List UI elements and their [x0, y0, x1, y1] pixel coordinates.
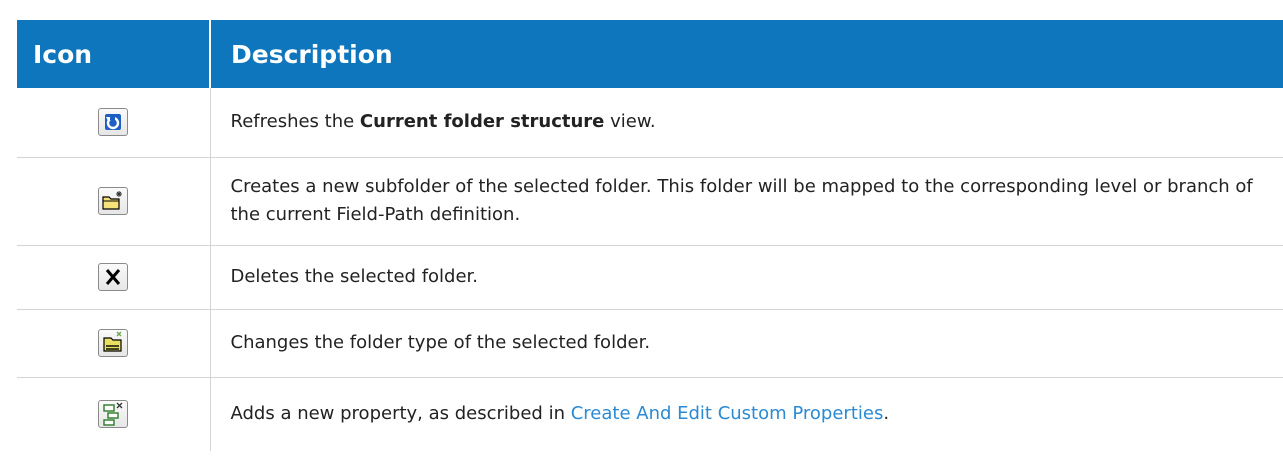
- delete-icon: [98, 263, 129, 291]
- icon-description-table: Icon Description Refreshes the Current f…: [17, 20, 1283, 451]
- table-row: Creates a new subfolder of the selected …: [17, 157, 1283, 246]
- page: Icon Description Refreshes the Current f…: [0, 0, 1283, 460]
- row-description: Changes the folder type of the selected …: [210, 309, 1283, 378]
- table-row: Changes the folder type of the selected …: [17, 309, 1283, 378]
- row-description: Adds a new property, as described in Cre…: [230, 403, 890, 425]
- icon-cell: [17, 245, 211, 310]
- row-description: Refreshes the Current folder structure v…: [210, 88, 1283, 158]
- icon-cell: [17, 157, 211, 246]
- table-row: Deletes the selected folder.: [17, 245, 1283, 310]
- row-description: Creates a new subfolder of the selected …: [210, 157, 1283, 246]
- header-description: Description: [209, 20, 1283, 88]
- bold-term: Current folder structure: [359, 111, 605, 133]
- table-row: Refreshes the Current folder structure v…: [17, 88, 1283, 158]
- change-folder-type-icon: [98, 329, 129, 357]
- table-row: Adds a new property, as described in Cre…: [17, 377, 1283, 451]
- table-header-row: Icon Description: [17, 20, 1283, 88]
- add-property-icon: [98, 400, 129, 429]
- icon-cell: [17, 88, 211, 158]
- icon-cell: [17, 309, 211, 378]
- custom-properties-link[interactable]: Create And Edit Custom Properties: [571, 403, 884, 424]
- icon-cell: [17, 377, 211, 451]
- row-description: Deletes the selected folder.: [210, 245, 1283, 310]
- header-icon: Icon: [33, 39, 93, 69]
- new-subfolder-icon: [98, 187, 129, 215]
- refresh-icon: [98, 108, 129, 137]
